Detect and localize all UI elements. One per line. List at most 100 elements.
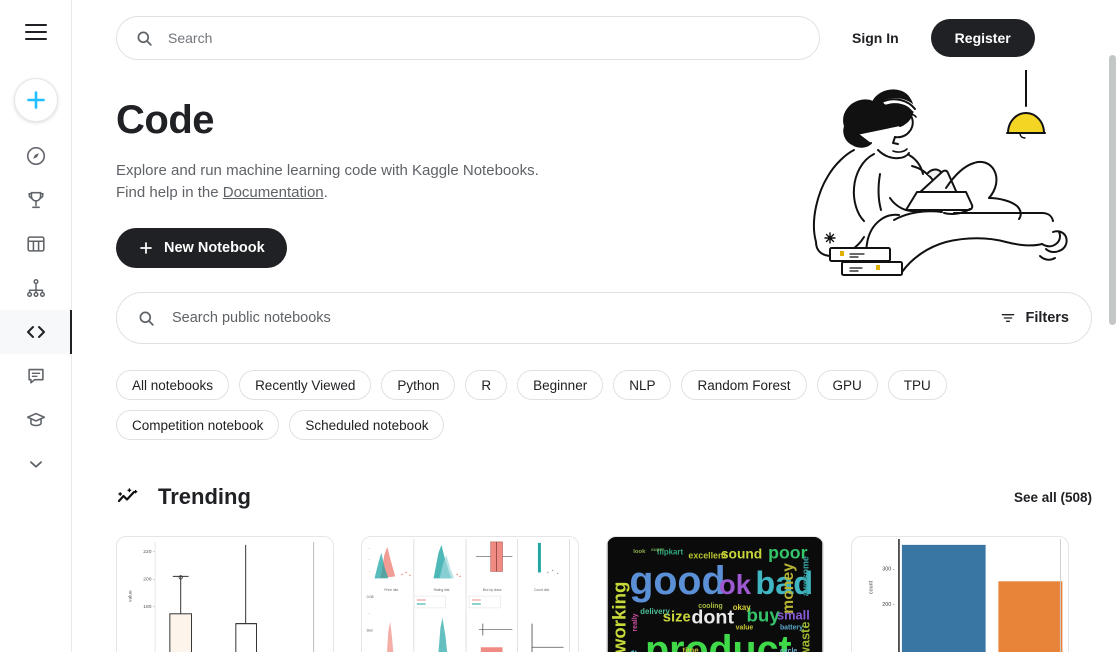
filters-label: Filters	[1025, 310, 1069, 326]
svg-text:super: super	[651, 547, 664, 553]
register-button[interactable]: Register	[930, 19, 1035, 57]
sidebar-item-discussions[interactable]	[0, 354, 72, 398]
wordcloud-thumbnail: good ok bad sound poor excellent flipkar…	[607, 537, 823, 652]
svg-text:Box by class: Box by class	[483, 588, 502, 592]
chip-scheduled-notebook[interactable]: Scheduled notebook	[289, 410, 445, 440]
notebook-search-bar[interactable]: Search public notebooks Filters	[116, 292, 1092, 344]
svg-text:Count dist.: Count dist.	[534, 588, 550, 592]
svg-text:money: money	[780, 563, 797, 614]
see-all-link[interactable]: See all (508)	[1014, 490, 1092, 505]
hero-description: Explore and run machine learning code wi…	[116, 160, 676, 204]
chip-tpu[interactable]: TPU	[887, 370, 947, 400]
svg-text:really: really	[632, 613, 639, 631]
svg-text:look: look	[633, 549, 646, 555]
comment-icon	[27, 368, 44, 384]
chip-random-forest[interactable]: Random Forest	[681, 370, 807, 400]
graduation-cap-icon	[26, 412, 45, 427]
new-notebook-label: New Notebook	[164, 240, 265, 256]
svg-text:count: count	[868, 580, 874, 594]
chip-python[interactable]: Python	[381, 370, 456, 400]
sidebar-item-more[interactable]	[0, 442, 72, 486]
svg-text:waste: waste	[798, 622, 813, 652]
svg-text:buy: buy	[747, 605, 781, 626]
svg-text:time: time	[683, 646, 700, 652]
trending-section-header: Trending See all (508)	[116, 484, 1092, 510]
notebook-card[interactable]: good ok bad sound poor excellent flipkar…	[606, 536, 824, 652]
hero-description-suffix: .	[323, 184, 328, 201]
svg-text:good: good	[629, 559, 725, 603]
page-scrollbar[interactable]	[1109, 55, 1116, 325]
svg-text:Price dist.: Price dist.	[384, 588, 399, 592]
chip-recently-viewed[interactable]: Recently Viewed	[239, 370, 372, 400]
svg-text:200 -: 200 -	[143, 576, 155, 582]
sidebar	[0, 0, 73, 652]
notebook-card[interactable]: 300 - 200 - count	[851, 536, 1069, 652]
trophy-icon	[27, 191, 44, 209]
svg-text:200 -: 200 -	[882, 602, 895, 608]
svg-text:180 -: 180 -	[143, 604, 155, 610]
svg-text:value: value	[127, 590, 133, 602]
sidebar-item-models[interactable]	[0, 266, 72, 310]
chip-competition-notebook[interactable]: Competition notebook	[116, 410, 280, 440]
chip-r[interactable]: R	[465, 370, 508, 400]
plus-icon	[26, 91, 45, 109]
bar-chart-thumbnail: 300 - 200 - count	[852, 537, 1068, 652]
svg-text:Den: Den	[367, 629, 374, 633]
hero-description-prefix: Find help in the	[116, 184, 223, 201]
chip-gpu[interactable]: GPU	[816, 370, 878, 400]
notebook-card[interactable]: --- 0.08- Den Price dist. Rating dist. B…	[361, 536, 579, 652]
notebook-card[interactable]: 220 - 200 - 180 - value	[116, 536, 334, 652]
main-content: Search Sign In Register Code Explore and…	[72, 0, 1120, 652]
hamburger-menu-button[interactable]	[0, 0, 72, 64]
svg-text:cycle: cycle	[780, 648, 797, 652]
search-placeholder: Search	[168, 30, 213, 46]
svg-text:cooling: cooling	[698, 603, 722, 610]
svg-text:ok: ok	[719, 569, 752, 600]
chip-beginner[interactable]: Beginner	[517, 370, 604, 400]
filters-button[interactable]: Filters	[1000, 310, 1069, 326]
plus-icon	[140, 242, 152, 254]
svg-text:delivery: delivery	[640, 607, 670, 616]
trending-sparkline-icon	[117, 488, 138, 503]
hamburger-icon	[24, 24, 47, 40]
search-input[interactable]: Search	[116, 16, 820, 60]
search-icon	[139, 311, 154, 326]
filter-icon	[1002, 314, 1015, 322]
sidebar-item-competitions[interactable]	[0, 178, 72, 222]
notebook-search-input[interactable]: Search public notebooks	[172, 310, 984, 326]
sign-in-button[interactable]: Sign In	[842, 22, 909, 54]
sidebar-item-learn[interactable]	[0, 398, 72, 442]
chevron-down-icon	[29, 461, 42, 468]
small-multiples-chart-thumbnail: --- 0.08-Den Price dist. Rating dist. Bo…	[362, 537, 578, 652]
svg-text:awesome: awesome	[801, 556, 811, 596]
hero-section: Code Explore and run machine learning co…	[72, 64, 1120, 292]
person-with-laptop-illustration	[794, 69, 1094, 280]
sidebar-item-home[interactable]	[0, 134, 72, 178]
svg-text:working: working	[608, 582, 629, 652]
compass-icon	[26, 146, 45, 166]
svg-text:220 -: 220 -	[143, 549, 155, 555]
table-icon	[26, 236, 45, 252]
boxplot-chart-thumbnail: 220 - 200 - 180 - value	[117, 537, 333, 652]
sidebar-item-code[interactable]	[0, 310, 73, 354]
hero-description-line1: Explore and run machine learning code wi…	[116, 162, 539, 179]
search-icon	[137, 31, 152, 46]
page-root: Search Sign In Register Code Explore and…	[0, 0, 1120, 652]
svg-text:0.08: 0.08	[367, 595, 374, 599]
filter-chips: All notebooks Recently Viewed Python R B…	[116, 370, 1092, 440]
trending-title: Trending	[158, 484, 251, 509]
svg-text:dont: dont	[691, 607, 734, 629]
svg-text:product: product	[645, 628, 792, 652]
svg-text:okay: okay	[733, 603, 752, 612]
new-notebook-button[interactable]: New Notebook	[116, 228, 287, 268]
svg-text:excellent: excellent	[688, 551, 726, 561]
create-button[interactable]	[13, 78, 58, 122]
sidebar-item-datasets[interactable]	[0, 222, 72, 266]
code-brackets-icon	[26, 326, 45, 338]
svg-text:300 -: 300 -	[882, 566, 895, 572]
chip-all-notebooks[interactable]: All notebooks	[116, 370, 230, 400]
chip-nlp[interactable]: NLP	[613, 370, 672, 400]
sitemap-icon	[26, 279, 45, 297]
svg-text:sound: sound	[721, 547, 762, 562]
documentation-link[interactable]: Documentation	[223, 184, 324, 201]
